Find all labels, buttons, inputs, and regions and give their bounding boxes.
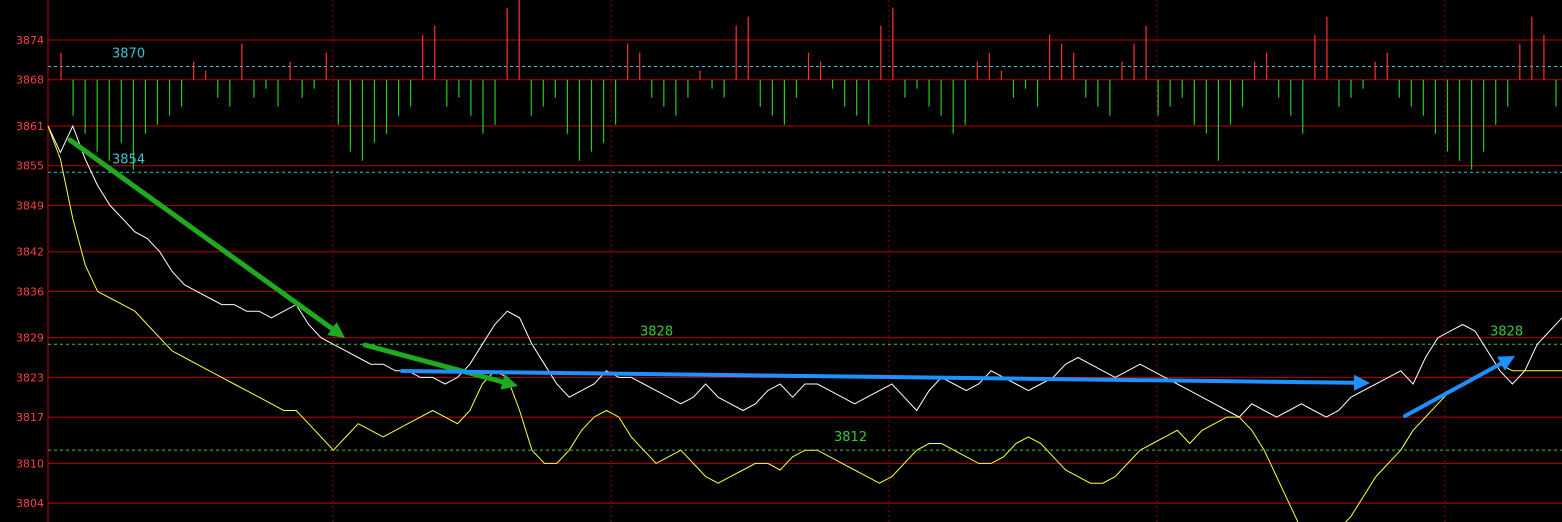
y-tick-label: 3810 <box>16 457 44 470</box>
y-tick-label: 3823 <box>16 371 44 384</box>
y-tick-label: 3861 <box>16 120 44 133</box>
y-tick-label: 3829 <box>16 332 44 345</box>
annotation-label: 3870 <box>112 46 145 61</box>
y-tick-label: 3804 <box>16 497 44 510</box>
y-tick-label: 3836 <box>16 285 44 298</box>
y-tick-label: 3855 <box>16 160 44 173</box>
annotation-label: 3812 <box>834 430 867 445</box>
annotation-label: 3828 <box>640 324 673 339</box>
y-tick-label: 3874 <box>16 34 44 47</box>
y-tick-label: 3868 <box>16 74 44 87</box>
annotation-label: 3854 <box>112 152 145 167</box>
y-tick-label: 3849 <box>16 199 44 212</box>
y-tick-label: 3842 <box>16 246 44 259</box>
chart-canvas: 3874 3868 3861 3855 3849 3842 3836 3829 3823 3817… <box>0 0 1562 522</box>
y-tick-label: 3817 <box>16 411 44 424</box>
annotation-label: 3828 <box>1490 324 1523 339</box>
